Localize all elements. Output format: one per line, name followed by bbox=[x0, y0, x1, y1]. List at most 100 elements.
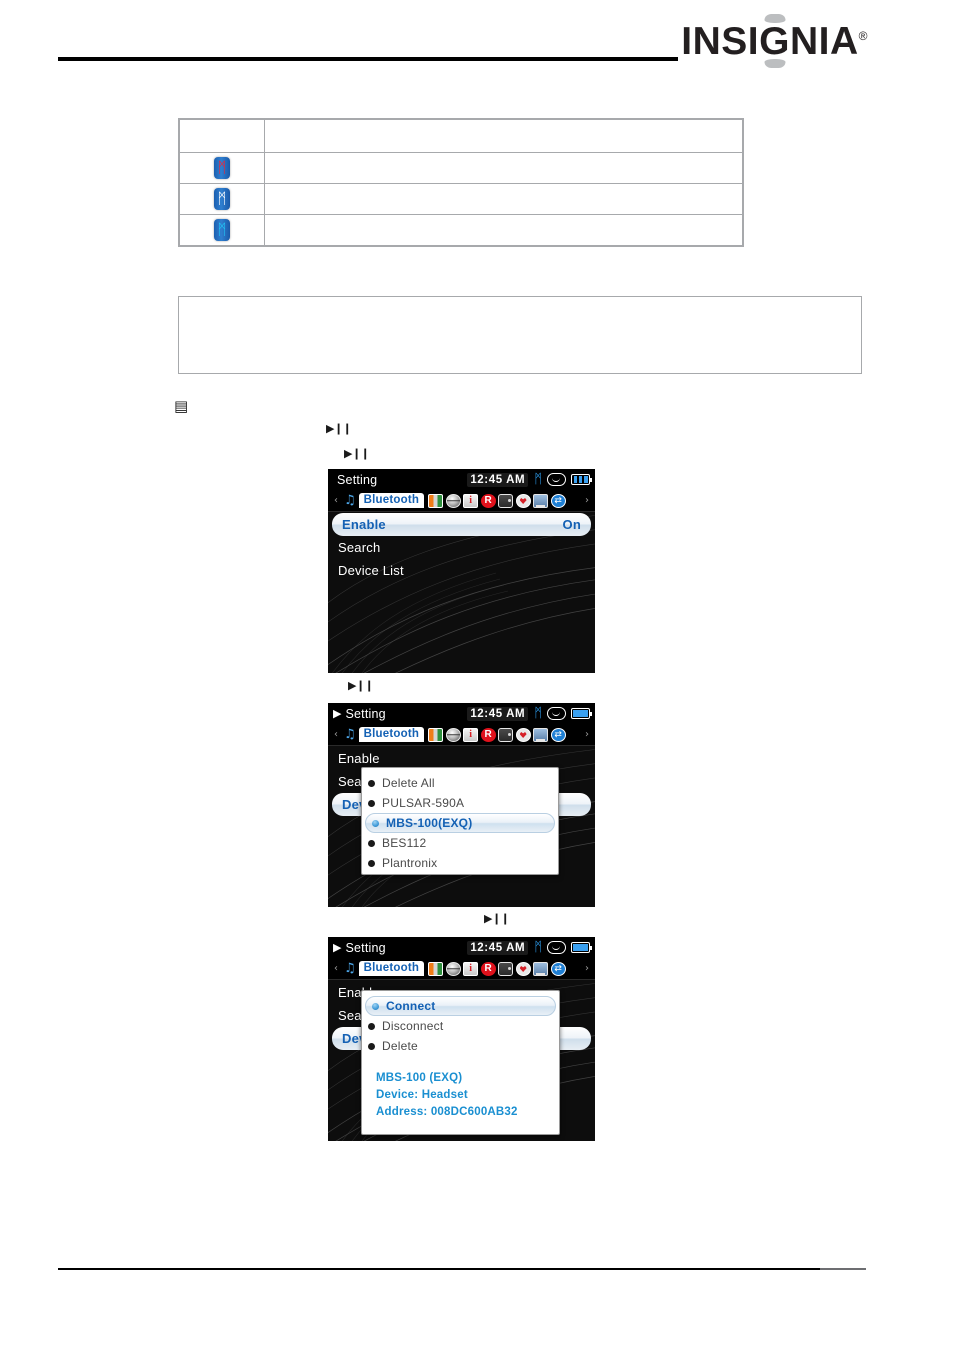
menu-item-enable[interactable]: Enable On bbox=[332, 513, 591, 536]
header-divider bbox=[58, 57, 678, 61]
bullet-icon bbox=[368, 799, 375, 807]
brand-logo-g-mark: G bbox=[759, 14, 790, 68]
display-icon[interactable] bbox=[498, 961, 514, 976]
row-description bbox=[264, 214, 744, 247]
screen-title: Setting bbox=[345, 940, 386, 955]
music-note-icon[interactable]: ♫ bbox=[341, 493, 359, 508]
color-bars-icon[interactable] bbox=[428, 493, 444, 508]
tab-prev-arrow-icon[interactable]: ‹ bbox=[331, 729, 341, 740]
popup-item-disconnect[interactable]: Disconnect bbox=[362, 1016, 559, 1036]
display-icon[interactable] bbox=[498, 727, 514, 742]
tab-strip[interactable]: ‹ ♫ Bluetooth i R ⇄ › bbox=[328, 958, 595, 980]
brand-logo: INSI G NIA® bbox=[681, 14, 868, 68]
note-callout-box bbox=[178, 296, 862, 374]
play-indicator-icon: ▶ bbox=[333, 941, 342, 954]
popup-item-bes112[interactable]: BES112 bbox=[362, 833, 558, 853]
popup-item-mbs-100[interactable]: MBS-100(EXQ) bbox=[365, 813, 555, 833]
music-note-icon[interactable]: ♫ bbox=[341, 961, 359, 976]
globe-icon[interactable] bbox=[445, 961, 461, 976]
tab-bluetooth[interactable]: Bluetooth bbox=[358, 493, 425, 508]
bluetooth-icon: ᛗ bbox=[534, 472, 542, 487]
info-icon[interactable]: i bbox=[463, 727, 479, 742]
globe-icon[interactable] bbox=[445, 727, 461, 742]
monitor-icon[interactable] bbox=[533, 493, 549, 508]
device-address: Address: 008DC600AB32 bbox=[376, 1106, 518, 1118]
screen-title: Setting bbox=[337, 472, 378, 487]
status-clock: 12:45 AM bbox=[467, 472, 529, 487]
sync-icon[interactable]: ⇄ bbox=[550, 727, 566, 742]
device-screenshot-device-actions: ▶ Setting 12:45 AM ᛗ ‹ ♫ Bluetooth i R ⇄… bbox=[328, 937, 595, 1141]
display-icon[interactable] bbox=[498, 493, 514, 508]
device-actions-popup[interactable]: Connect Disconnect Delete MBS-100 (EXQ) … bbox=[361, 990, 560, 1135]
bluetooth-glyph: ᛗ bbox=[217, 189, 227, 208]
play-pause-icon: ▶❙❙ bbox=[326, 422, 352, 435]
menu-item-device-list[interactable]: Device List bbox=[328, 559, 595, 582]
sync-icon[interactable]: ⇄ bbox=[550, 961, 566, 976]
tab-strip[interactable]: ‹ ♫ Bluetooth i R ⇄ › bbox=[328, 724, 595, 746]
info-icon[interactable]: i bbox=[463, 493, 479, 508]
tab-next-arrow-icon[interactable]: › bbox=[582, 495, 592, 506]
battery-icon bbox=[571, 942, 593, 953]
popup-item-label: Delete bbox=[382, 1039, 418, 1053]
bullet-icon bbox=[368, 1042, 375, 1050]
color-bars-icon[interactable] bbox=[428, 727, 444, 742]
tab-prev-arrow-icon[interactable]: ‹ bbox=[331, 495, 341, 506]
menu-item-label: Enable bbox=[342, 517, 386, 532]
play-pause-icon: ▶❙❙ bbox=[348, 679, 374, 692]
radio-icon[interactable]: R bbox=[480, 493, 496, 508]
play-indicator-icon: ▶ bbox=[333, 707, 342, 720]
popup-item-connect[interactable]: Connect bbox=[365, 996, 556, 1016]
table-header-description-cell bbox=[264, 118, 744, 153]
clock-heart-icon[interactable] bbox=[515, 961, 531, 976]
bluetooth-status-icon-table: ᛗ ᛗ ᛗ bbox=[178, 118, 744, 247]
tab-icon-group[interactable]: i R ⇄ bbox=[428, 727, 566, 742]
popup-item-delete-all[interactable]: Delete All bbox=[362, 773, 558, 793]
table-row: ᛗ bbox=[178, 183, 744, 215]
sync-icon[interactable]: ⇄ bbox=[550, 493, 566, 508]
tab-icon-group[interactable]: i R ⇄ bbox=[428, 961, 566, 976]
tab-bluetooth[interactable]: Bluetooth bbox=[358, 727, 425, 742]
tab-bluetooth[interactable]: Bluetooth bbox=[358, 961, 425, 976]
footer-divider-segment bbox=[820, 1268, 866, 1270]
clock-heart-icon[interactable] bbox=[515, 727, 531, 742]
menu-item-search[interactable]: Search bbox=[328, 536, 595, 559]
bullet-icon bbox=[368, 779, 375, 787]
tab-prev-arrow-icon[interactable]: ‹ bbox=[331, 963, 341, 974]
tab-strip[interactable]: ‹ ♫ Bluetooth i R ⇄ › bbox=[328, 490, 595, 512]
status-icon-group: ᛗ bbox=[534, 472, 593, 487]
table-row: ᛗ bbox=[178, 152, 744, 184]
menu-list-icon: ▤ bbox=[174, 397, 189, 415]
globe-icon[interactable] bbox=[445, 493, 461, 508]
table-row: ᛗ bbox=[178, 214, 744, 247]
clock-heart-icon[interactable] bbox=[515, 493, 531, 508]
play-pause-icon: ▶❙❙ bbox=[344, 447, 370, 460]
device-list-popup[interactable]: Delete All PULSAR-590A MBS-100(EXQ) BES1… bbox=[361, 767, 559, 875]
popup-item-pulsar-590a[interactable]: PULSAR-590A bbox=[362, 793, 558, 813]
status-clock: 12:45 AM bbox=[467, 706, 529, 721]
headset-icon bbox=[547, 707, 566, 720]
tab-next-arrow-icon[interactable]: › bbox=[582, 963, 592, 974]
logo-cap-bottom-icon bbox=[764, 59, 786, 68]
popup-item-delete[interactable]: Delete bbox=[362, 1036, 559, 1056]
popup-item-plantronix[interactable]: Plantronix bbox=[362, 853, 558, 873]
popup-item-label: Disconnect bbox=[382, 1019, 444, 1033]
screen-title: Setting bbox=[345, 706, 386, 721]
bluetooth-icon: ᛗ bbox=[534, 706, 542, 721]
footer-divider bbox=[58, 1268, 866, 1270]
brand-logo-part-1: INSI bbox=[681, 20, 760, 63]
tab-next-arrow-icon[interactable]: › bbox=[582, 729, 592, 740]
monitor-icon[interactable] bbox=[533, 961, 549, 976]
popup-item-label: Plantronix bbox=[382, 856, 438, 870]
radio-icon[interactable]: R bbox=[480, 961, 496, 976]
music-note-icon[interactable]: ♫ bbox=[341, 727, 359, 742]
tab-icon-group[interactable]: i R ⇄ bbox=[428, 493, 566, 508]
row-description bbox=[264, 183, 744, 215]
table-header-icon-cell bbox=[178, 118, 265, 153]
table-header-row bbox=[178, 118, 744, 153]
battery-icon bbox=[571, 708, 593, 719]
monitor-icon[interactable] bbox=[533, 727, 549, 742]
color-bars-icon[interactable] bbox=[428, 961, 444, 976]
radio-icon[interactable]: R bbox=[480, 727, 496, 742]
status-bar: Setting 12:45 AM ᛗ bbox=[328, 469, 595, 490]
info-icon[interactable]: i bbox=[463, 961, 479, 976]
